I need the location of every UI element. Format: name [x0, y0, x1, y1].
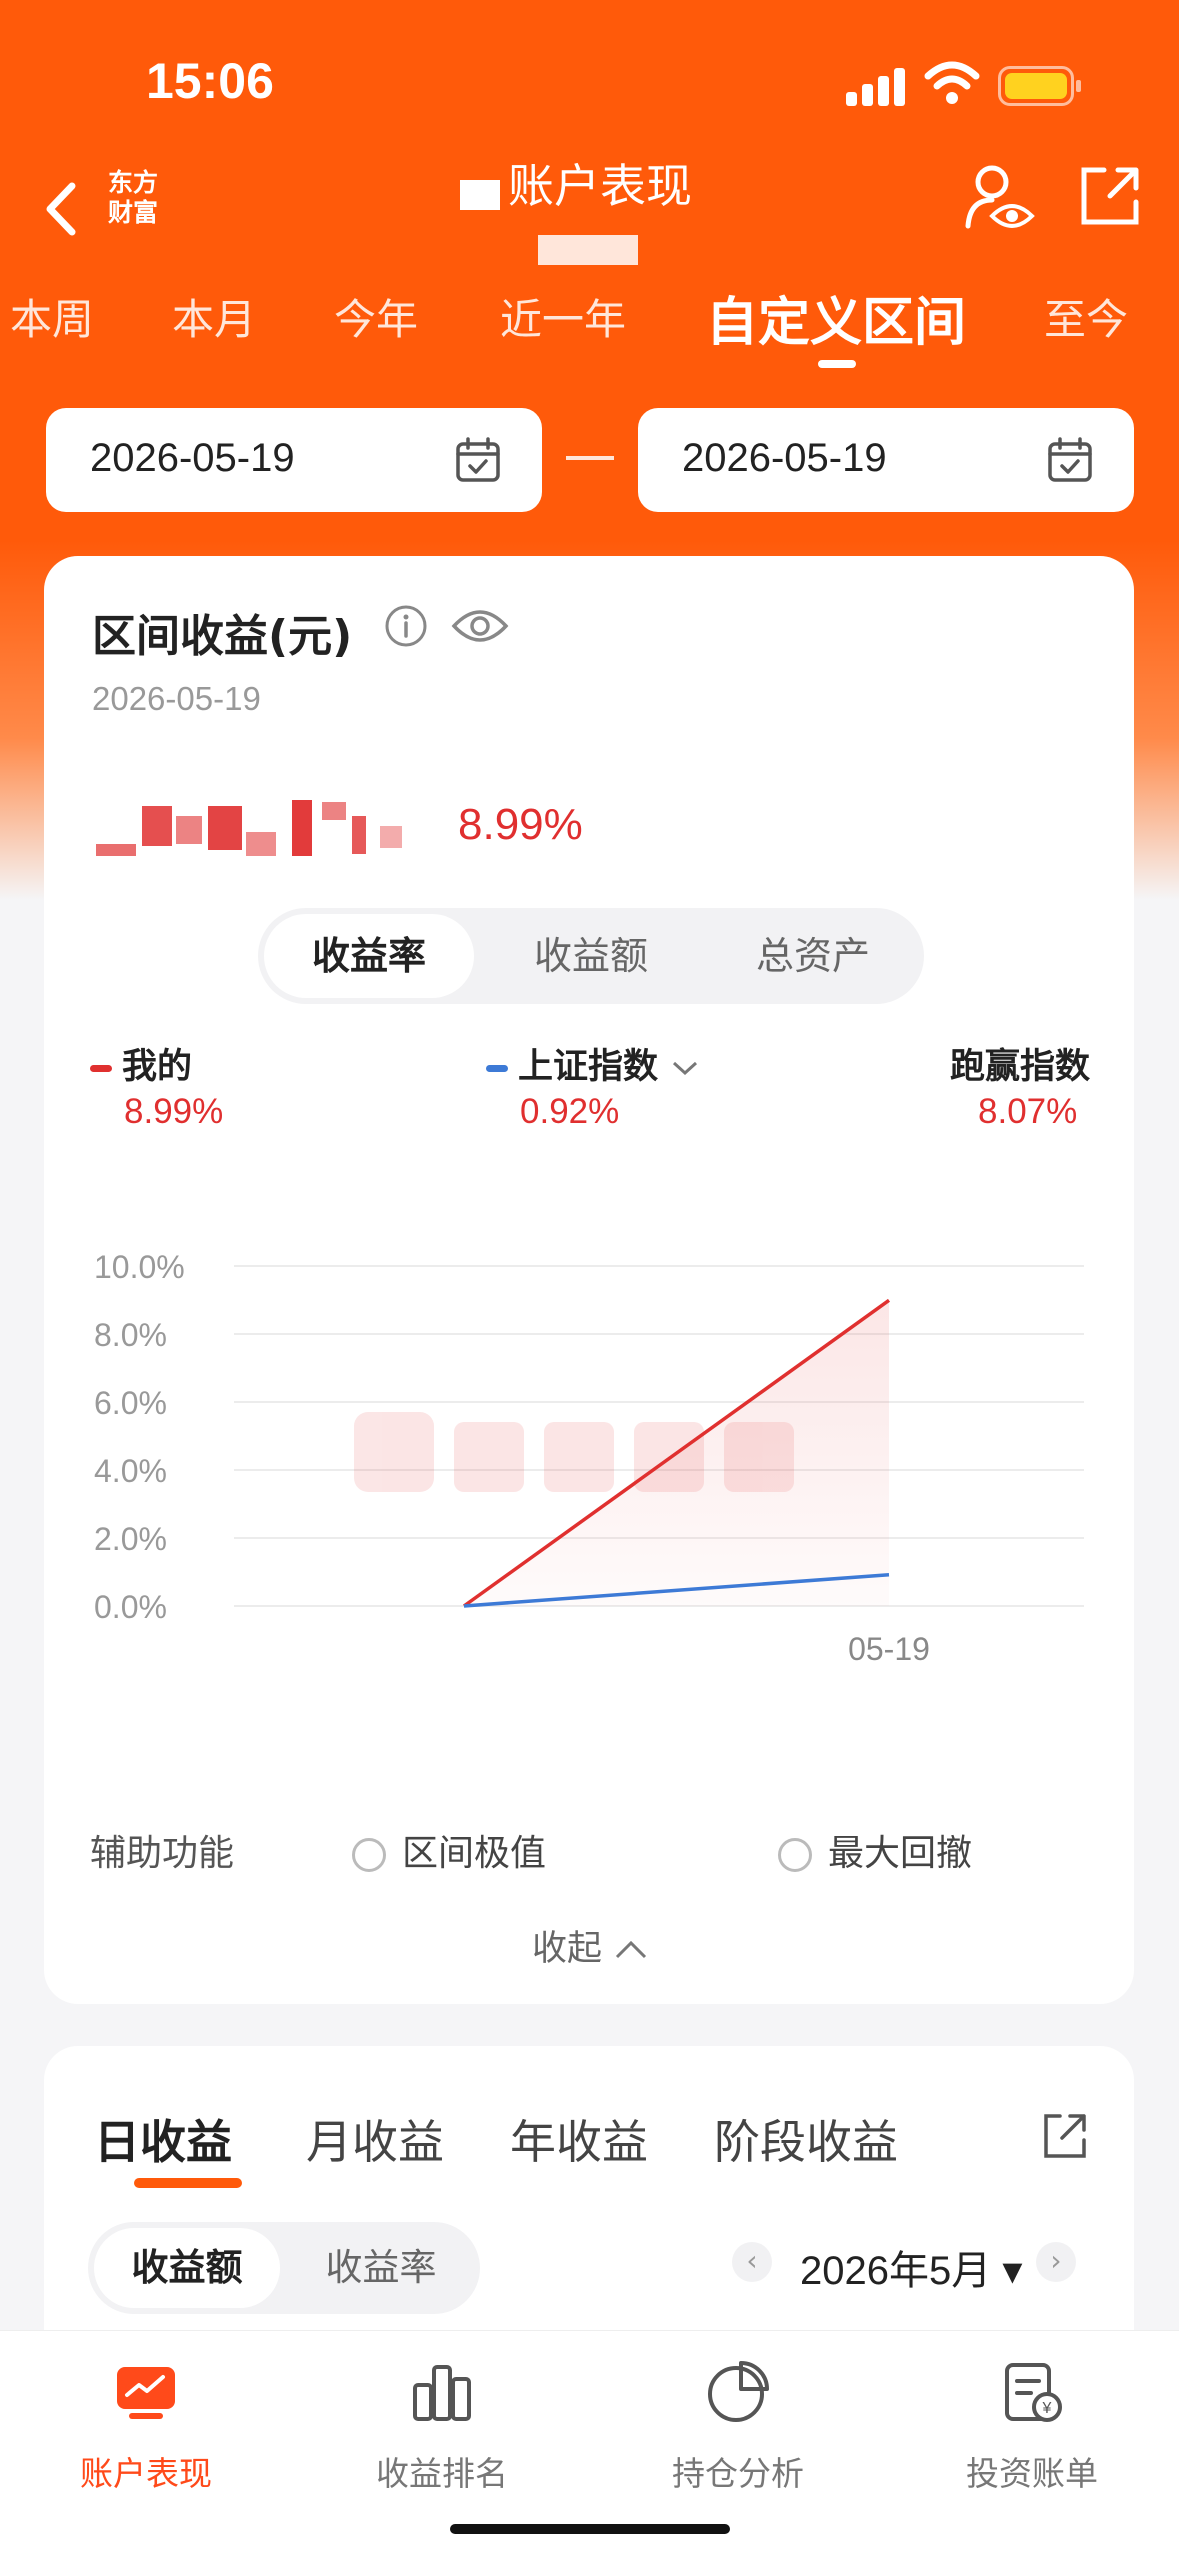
range-return-percent: 8.99%: [458, 800, 583, 849]
segment-profit-rate[interactable]: 收益率: [288, 2228, 474, 2308]
brand-logo: 东方 财富: [107, 168, 158, 227]
battery-icon: [998, 66, 1081, 106]
pie-chart-icon: [708, 2361, 769, 2422]
legend-outperform: 跑赢指数: [950, 1047, 1091, 1087]
segment-return-rate[interactable]: 收益率: [264, 914, 474, 998]
tab-stage-profit[interactable]: 阶段收益: [714, 2106, 898, 2172]
tab-all-time[interactable]: 至今: [1044, 286, 1128, 347]
bill-icon: ¥: [1005, 2363, 1062, 2422]
signal-icon: [846, 68, 906, 106]
legend-outperform-value: 8.07%: [978, 1092, 1078, 1131]
y-tick-label: 10.0%: [94, 1249, 185, 1285]
date-separator: [566, 456, 614, 460]
bar-chart-icon: [413, 2365, 471, 2421]
legend-mine: 我的: [90, 1038, 192, 1089]
month-selector[interactable]: 2026年5月 ▾: [800, 2238, 1022, 2296]
status-bar: 15:06: [0, 0, 1179, 160]
nav-bar: 东方 财富 账户表现: [0, 150, 1179, 270]
y-tick-label: 0.0%: [94, 1589, 167, 1625]
end-date-picker[interactable]: 2026-05-19: [638, 408, 1134, 512]
y-tick-label: 8.0%: [94, 1317, 167, 1353]
aux-functions-label: 辅助功能: [90, 1833, 235, 1874]
chevron-up-icon: [616, 1940, 647, 1959]
active-tab-indicator: [818, 360, 856, 368]
eye-icon[interactable]: [450, 604, 510, 648]
wifi-icon: [924, 61, 980, 104]
month-navigator: ‹ 2026年5月 ▾ ›: [692, 2232, 1092, 2302]
legend-index-value: 0.92%: [520, 1092, 620, 1131]
info-icon[interactable]: [384, 604, 428, 648]
tab-daily-profit[interactable]: 日收益: [94, 2106, 232, 2172]
next-month-button[interactable]: ›: [1036, 2242, 1076, 2282]
range-date: 2026-05-19: [92, 680, 261, 717]
range-return-card: 区间收益(元) 2026-05-19 8.99% 收益率 收益额 总资产 我的 …: [44, 556, 1134, 2004]
title-redaction: [538, 235, 638, 265]
export-icon[interactable]: [1038, 2110, 1090, 2162]
range-extreme-radio[interactable]: 区间极值: [352, 1824, 546, 1876]
redacted-amount: [96, 796, 466, 866]
title-redaction: [460, 180, 500, 210]
max-drawdown-radio[interactable]: 最大回撤: [778, 1824, 972, 1876]
legend-blue-dash: [486, 1064, 508, 1072]
chevron-down-icon: [673, 1061, 698, 1076]
profit-segment-control: 收益额 收益率: [88, 2222, 480, 2314]
y-tick-label: 4.0%: [94, 1453, 167, 1489]
prev-month-button[interactable]: ‹: [732, 2242, 772, 2282]
tab-last-year[interactable]: 近一年: [500, 286, 626, 347]
start-date-picker[interactable]: 2026-05-19: [46, 408, 542, 512]
back-arrow-icon[interactable]: [38, 174, 88, 244]
tabbar-profit-ranking[interactable]: 收益排名: [322, 2357, 562, 2495]
y-tick-label: 2.0%: [94, 1521, 167, 1557]
legend-index-selector[interactable]: 上证指数: [486, 1038, 700, 1089]
tabbar-account-performance[interactable]: 账户表现: [26, 2357, 266, 2495]
tab-year[interactable]: 今年: [334, 286, 418, 347]
segment-profit-amount[interactable]: 收益额: [94, 2228, 280, 2308]
tabbar-holdings-analysis[interactable]: 持仓分析: [618, 2357, 858, 2495]
share-icon[interactable]: [1076, 162, 1144, 230]
tab-custom-range[interactable]: 自定义区间: [706, 280, 966, 355]
calendar-icon: [1048, 437, 1092, 482]
home-indicator: [450, 2524, 730, 2534]
metric-segment-control: 收益率 收益额 总资产: [258, 908, 924, 1004]
tab-week[interactable]: 本周: [10, 286, 94, 347]
x-tick-label: 05-19: [848, 1631, 930, 1666]
legend-red-dash: [90, 1064, 112, 1072]
return-line-chart: 10.0% 8.0% 6.0% 4.0% 2.0% 0.0% 05-19: [94, 1249, 1084, 1666]
bottom-tab-bar: 账户表现 收益排名 持仓分析 ¥ 投资账单: [0, 2330, 1179, 2556]
page-title: 账户表现: [508, 159, 692, 213]
period-tabs: 本周 本月 今年 近一年 自定义区间 至今: [0, 280, 1179, 380]
svg-text:¥: ¥: [1042, 2400, 1052, 2417]
status-time: 15:06: [146, 53, 274, 109]
profit-tab-indicator: [134, 2178, 242, 2188]
segment-return-amount[interactable]: 收益额: [486, 914, 696, 998]
tab-month[interactable]: 本月: [172, 286, 256, 347]
tabbar-investment-bill[interactable]: ¥ 投资账单: [912, 2357, 1152, 2495]
collapse-button[interactable]: 收起: [532, 1920, 649, 1971]
range-return-title: 区间收益(元): [92, 611, 353, 662]
start-date-value: 2026-05-19: [90, 436, 295, 480]
segment-total-assets[interactable]: 总资产: [708, 914, 918, 998]
tab-monthly-profit[interactable]: 月收益: [306, 2106, 444, 2172]
tab-yearly-profit[interactable]: 年收益: [510, 2106, 648, 2172]
privacy-user-icon[interactable]: [962, 160, 1038, 236]
calendar-icon: [456, 437, 500, 482]
legend-mine-value: 8.99%: [124, 1092, 224, 1131]
y-tick-label: 6.0%: [94, 1385, 167, 1421]
end-date-value: 2026-05-19: [682, 436, 887, 480]
performance-chart-icon: [117, 2367, 175, 2419]
